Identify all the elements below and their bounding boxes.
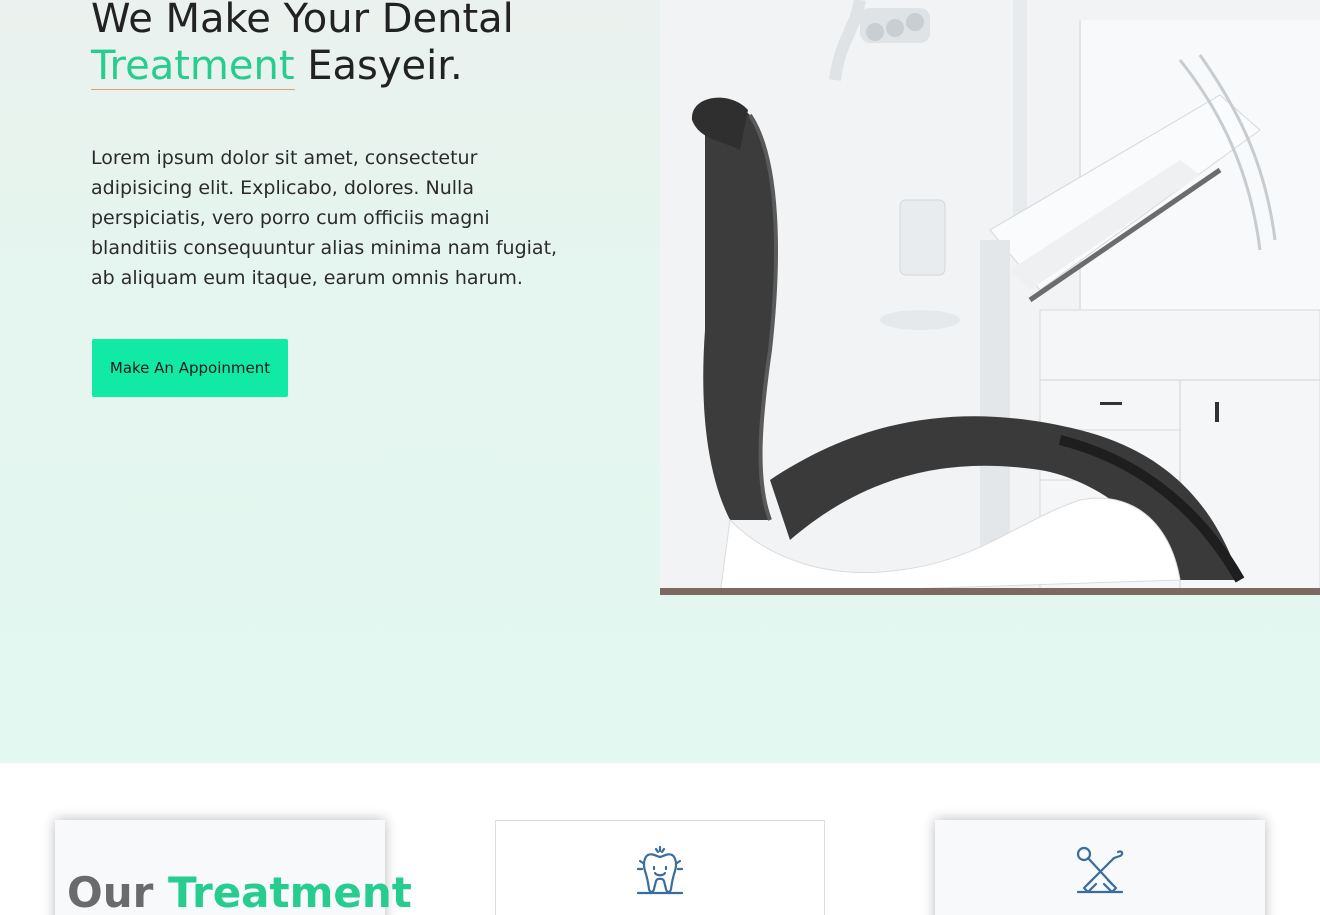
tooth-icon [636, 845, 684, 895]
dental-chair-photo [660, 0, 1320, 595]
hero-title-accent: Treatment [91, 43, 295, 90]
section-heading-accent: Treatment [167, 868, 412, 915]
dental-chair-image [660, 0, 1320, 595]
service-card-tools[interactable] [935, 820, 1265, 915]
hero-title-line1: We Make Your Dental [91, 0, 514, 42]
hero-title-rest: Easyeir. [294, 43, 463, 89]
hero-title: We Make Your Dental Treatment Easyeir. [91, 0, 651, 90]
section-heading-prefix: Our [67, 868, 168, 915]
treatment-heading-card: Our Treatment [55, 820, 412, 915]
service-card-tooth[interactable] [495, 820, 825, 915]
make-appointment-button[interactable]: Make An Appoinment [92, 339, 288, 397]
hero-description: Lorem ipsum dolor sit amet, consectetur … [91, 147, 558, 289]
hero-section: We Make Your Dental Treatment Easyeir. L… [0, 0, 1320, 763]
section-heading: Our Treatment [67, 868, 412, 915]
dental-tools-icon [1076, 846, 1124, 894]
